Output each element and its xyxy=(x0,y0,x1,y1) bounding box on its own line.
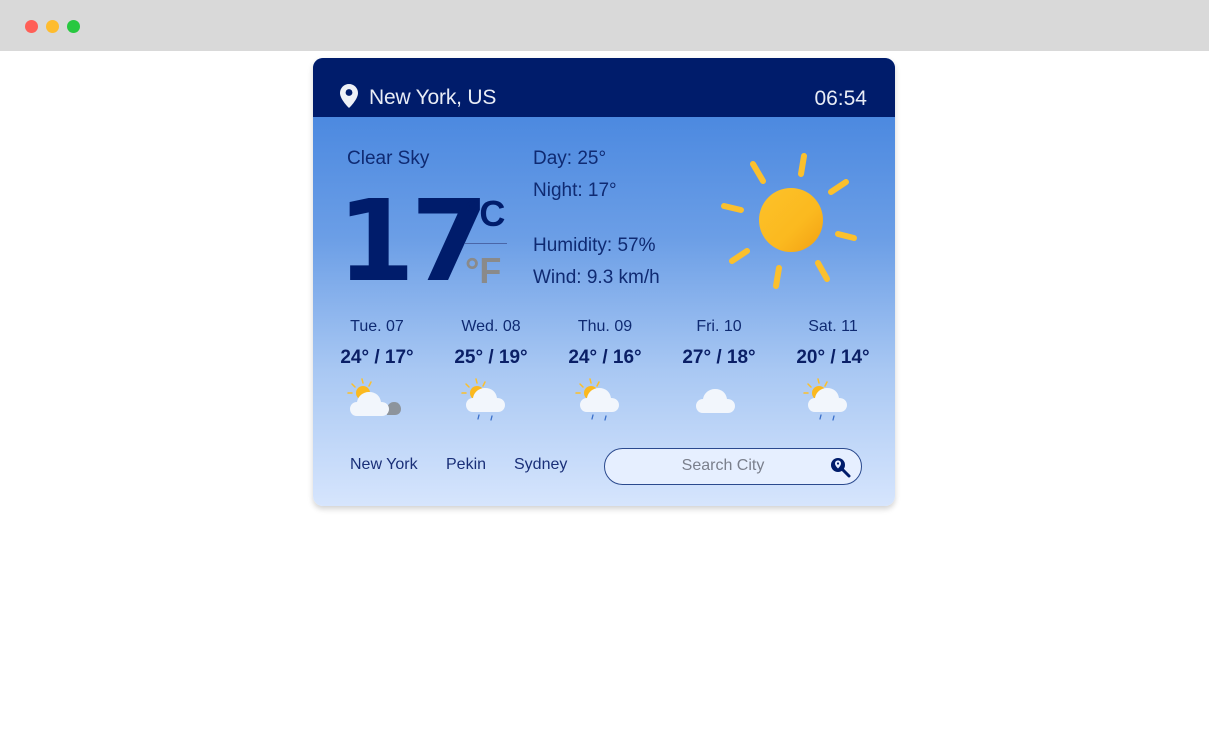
forecast-day-label: Wed. 08 xyxy=(461,318,521,335)
unit-divider xyxy=(465,243,507,244)
day-temperature: Day: 25° xyxy=(533,148,607,169)
window-close-button[interactable] xyxy=(25,20,38,33)
forecast-day-sat: Sat. 11 20° / 14° xyxy=(776,318,890,422)
card-header: New York, US 06:54 xyxy=(313,58,895,117)
sun-icon xyxy=(721,153,857,289)
sun-cloud-rain-icon xyxy=(575,378,619,421)
cloud-icon xyxy=(696,389,735,413)
quick-city-pekin[interactable]: Pekin xyxy=(446,456,486,474)
fahrenheit-toggle[interactable]: °F xyxy=(465,251,501,291)
condition-label: Clear Sky xyxy=(347,148,430,169)
window-maximize-button[interactable] xyxy=(67,20,80,33)
forecast-temps: 20° / 14° xyxy=(796,347,870,368)
browser-title-bar xyxy=(0,0,1209,51)
window-minimize-button[interactable] xyxy=(46,20,59,33)
forecast-day-fri: Fri. 10 27° / 18° xyxy=(662,318,776,422)
sun-cloud-rain-icon xyxy=(803,378,847,421)
search-location-icon[interactable] xyxy=(829,456,851,478)
current-temperature: 17 xyxy=(337,177,489,307)
weather-card: New York, US 06:54 Clear Sky 17 °C °F Da… xyxy=(313,58,895,506)
partly-cloudy-dark-cloud-icon xyxy=(347,378,401,416)
forecast-day-label: Sat. 11 xyxy=(808,318,858,335)
night-temperature: Night: 17° xyxy=(533,180,617,201)
sun-cloud-rain-icon xyxy=(461,378,505,421)
city-search-box xyxy=(604,448,862,485)
forecast-temps: 27° / 18° xyxy=(682,347,756,368)
forecast-day-label: Fri. 10 xyxy=(696,318,742,335)
forecast-day-label: Tue. 07 xyxy=(350,318,404,335)
wind-speed: Wind: 9.3 km/h xyxy=(533,267,660,288)
forecast-day-wed: Wed. 08 25° / 19° xyxy=(434,318,548,422)
local-time: 06:54 xyxy=(814,87,867,110)
quick-city-new-york[interactable]: New York xyxy=(350,456,418,474)
forecast-day-thu: Thu. 09 24° / 16° xyxy=(548,318,662,422)
forecast-day-tue: Tue. 07 24° / 17° xyxy=(320,318,434,422)
forecast-temps: 24° / 17° xyxy=(340,347,414,368)
city-search-input[interactable] xyxy=(623,449,823,483)
humidity: Humidity: 57% xyxy=(533,235,656,256)
celsius-toggle[interactable]: °C xyxy=(465,194,505,234)
forecast-temps: 25° / 19° xyxy=(454,347,528,368)
forecast-temps: 24° / 16° xyxy=(568,347,642,368)
map-pin-icon xyxy=(340,84,358,108)
forecast-day-label: Thu. 09 xyxy=(577,318,633,335)
quick-city-sydney[interactable]: Sydney xyxy=(514,456,567,474)
location-label: New York, US xyxy=(369,86,497,109)
